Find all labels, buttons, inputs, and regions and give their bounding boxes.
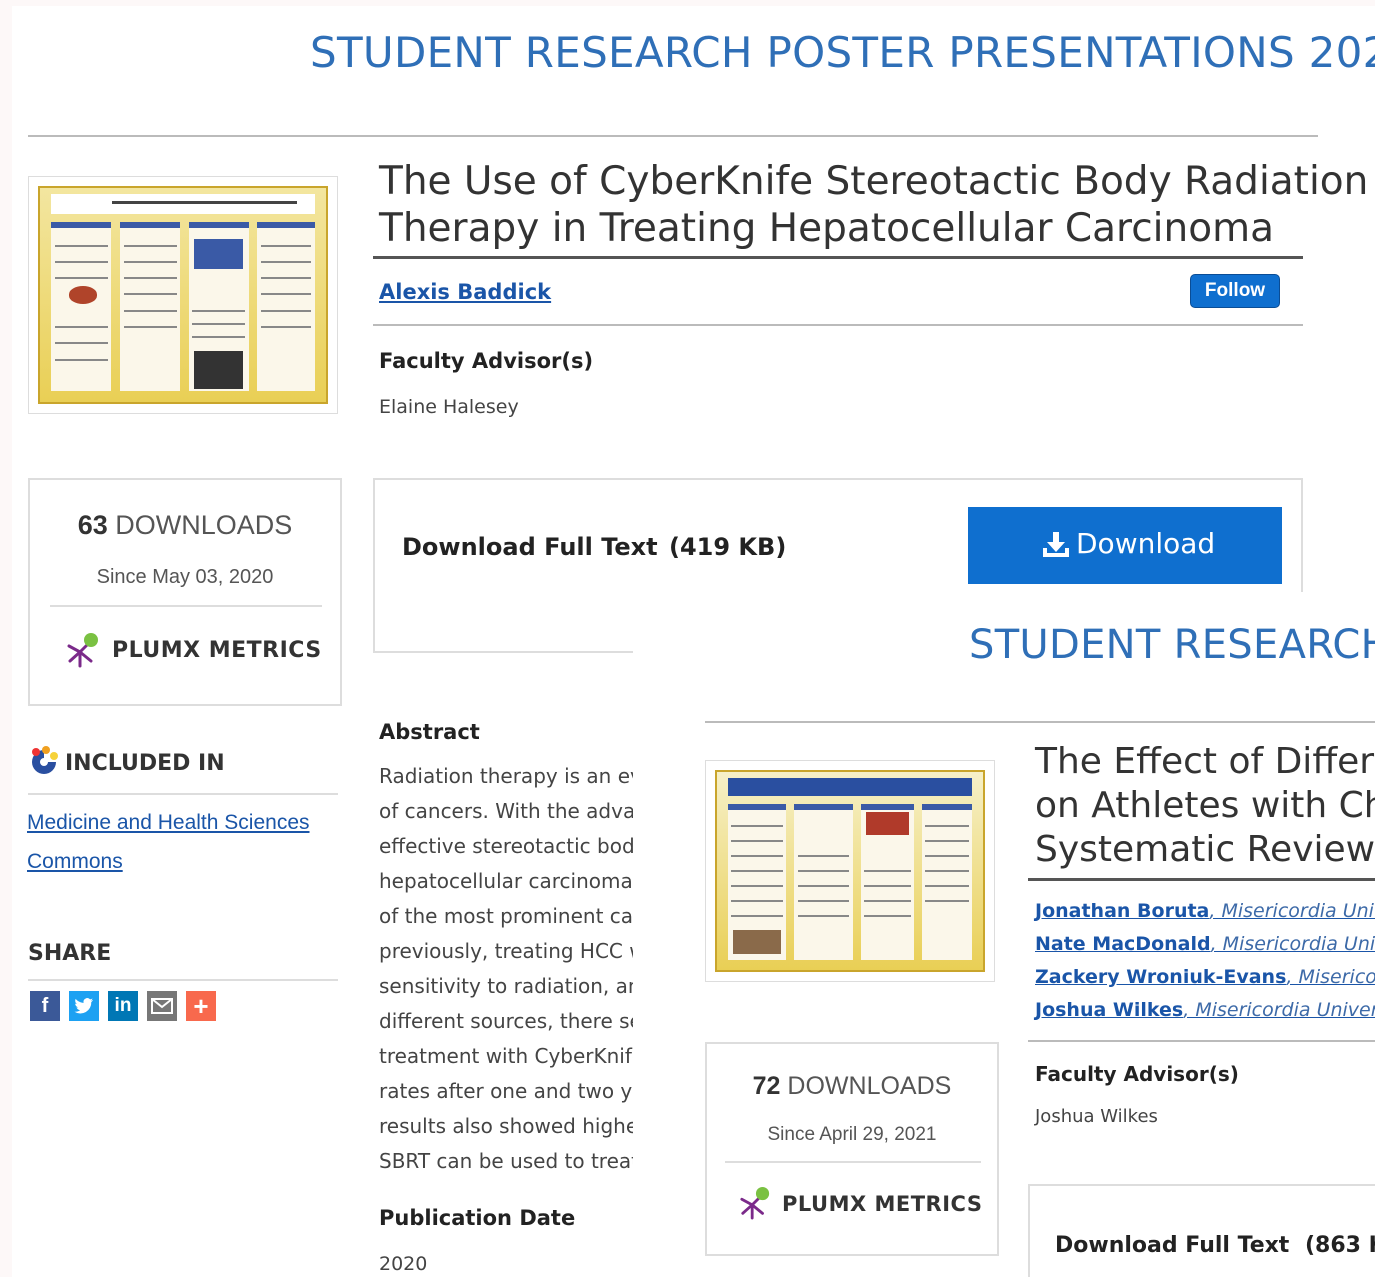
download-box-2: Download Full Text (863 K (1028, 1184, 1375, 1277)
plumx-metrics-link-2[interactable]: PLUMX METRICS (782, 1192, 982, 1216)
abstract-line: effective stereotactic body (379, 834, 633, 858)
included-in-link[interactable]: Medicine and Health Sciences (27, 811, 310, 835)
downloads-count-2: 72 DOWNLOADS (752, 1072, 952, 1100)
paper-title-line-1: The Use of CyberKnife Stereotactic Body … (379, 159, 1369, 204)
paper-title-2-line-2: on Athletes with Chro (1035, 785, 1375, 826)
publication-date-label: Publication Date (379, 1206, 576, 1230)
abstract-line: results also showed higher (379, 1114, 633, 1138)
title-divider (373, 256, 1303, 259)
paper-title-2-line-1: The Effect of Differen (1035, 741, 1375, 782)
publication-date-value: 2020 (379, 1253, 428, 1275)
abstract-line: treatment with CyberKnife (379, 1044, 633, 1068)
abstract-line: SBRT can be used to treat (379, 1149, 633, 1173)
author-name[interactable]: Zackery Wroniuk-Evans (1035, 966, 1286, 988)
plumx-icon-2 (739, 1186, 771, 1225)
author-affiliation: , Misericordia Univers (1210, 933, 1375, 955)
poster-thumbnail[interactable] (28, 176, 338, 414)
included-in-icon (28, 746, 60, 783)
abstract-line: different sources, there sec (379, 1009, 633, 1033)
author-link[interactable]: Alexis Baddick (379, 280, 551, 304)
download-full-text-label: Download Full Text (402, 533, 658, 561)
author-divider (373, 324, 1303, 326)
author-name[interactable]: Nate MacDonald (1035, 933, 1211, 955)
author-link[interactable]: Zackery Wroniuk-Evans, Misericordia (1035, 966, 1375, 988)
author-affiliation: , Misericordia Univer (1209, 900, 1375, 922)
abstract-line: hepatocellular carcinoma ( (379, 869, 633, 893)
faculty-advisor-label: Faculty Advisor(s) (379, 349, 594, 373)
follow-button[interactable]: Follow (1190, 274, 1280, 308)
author-link[interactable]: Nate MacDonald, Misericordia Univers (1035, 933, 1375, 955)
faculty-advisor-value-2: Joshua Wilkes (1035, 1106, 1158, 1127)
paper-title-line-2: Therapy in Treating Hepatocellular Carci… (379, 206, 1274, 251)
page-2: STUDENT RESEARCH P The Effect of Differe… (633, 592, 1375, 1277)
abstract-line: Radiation therapy is an eve (379, 764, 633, 788)
email-icon[interactable] (147, 991, 177, 1021)
addthis-icon[interactable]: + (186, 991, 216, 1021)
share-heading: SHARE (28, 941, 112, 966)
facebook-icon[interactable]: f (30, 991, 60, 1021)
header-divider (28, 135, 1318, 137)
abstract-line: rates after one and two yea (379, 1079, 633, 1103)
faculty-advisor-value: Elaine Halesey (379, 396, 519, 418)
site-title-2[interactable]: STUDENT RESEARCH P (969, 622, 1375, 668)
download-button[interactable]: Download (968, 507, 1282, 584)
included-in-link-cont[interactable]: Commons (27, 850, 123, 874)
author-name[interactable]: Joshua Wilkes (1035, 999, 1183, 1021)
plumx-icon (66, 632, 100, 673)
plumx-metrics-link[interactable]: PLUMX METRICS (112, 638, 322, 663)
downloads-box: 63 DOWNLOADS Since May 03, 2020 PLUMX ME… (28, 478, 342, 706)
abstract-line: of cancers. With the advan (379, 799, 633, 823)
downloads-since: Since May 03, 2020 (96, 566, 274, 588)
abstract-line: previously, treating HCC w (379, 939, 633, 963)
author-name[interactable]: Jonathan Boruta (1035, 900, 1209, 922)
author-affiliation: , Misericordia (1286, 966, 1375, 988)
site-title[interactable]: STUDENT RESEARCH POSTER PRESENTATIONS 20… (310, 28, 1375, 77)
faculty-advisor-label-2: Faculty Advisor(s) (1035, 1062, 1239, 1086)
file-size: (419 KB) (669, 533, 787, 561)
downloads-since-2: Since April 29, 2021 (767, 1124, 937, 1145)
paper-title-2-line-3: Systematic Review (1035, 829, 1375, 870)
poster-image (38, 186, 328, 404)
included-in-heading: INCLUDED IN (65, 751, 225, 776)
download-icon (1041, 531, 1071, 566)
poster-thumbnail-2[interactable] (705, 760, 995, 982)
twitter-icon[interactable] (69, 991, 99, 1021)
linkedin-icon[interactable]: in (108, 991, 138, 1021)
downloads-count: 63 DOWNLOADS (77, 510, 293, 540)
abstract-label: Abstract (379, 720, 480, 744)
abstract-line: of the most prominent can (379, 904, 633, 928)
author-link[interactable]: Joshua Wilkes, Misericordia University (1035, 999, 1375, 1021)
download-full-text-label-2: Download Full Text (1055, 1233, 1290, 1258)
abstract-line: sensitivity to radiation, am (379, 974, 633, 998)
file-size-2: (863 K (1305, 1233, 1375, 1258)
poster-image-2 (715, 770, 985, 972)
downloads-box-2: 72 DOWNLOADS Since April 29, 2021 PLUMX … (705, 1042, 999, 1256)
author-link[interactable]: Jonathan Boruta, Misericordia Univer (1035, 900, 1375, 922)
author-affiliation: , Misericordia University (1183, 999, 1375, 1021)
